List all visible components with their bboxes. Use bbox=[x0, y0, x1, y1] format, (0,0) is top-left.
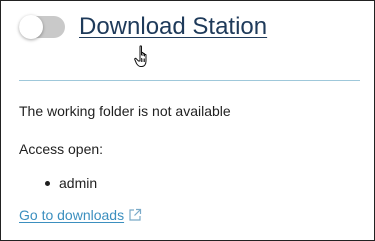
header-divider bbox=[19, 80, 360, 81]
hand-pointer-cursor-icon bbox=[134, 45, 147, 67]
access-user-list: admin bbox=[45, 175, 97, 191]
toggle-knob bbox=[19, 15, 43, 39]
go-to-downloads-label: Go to downloads bbox=[19, 207, 125, 223]
enable-toggle[interactable] bbox=[19, 15, 65, 39]
access-label: Access open: bbox=[19, 141, 104, 157]
external-link-icon bbox=[129, 208, 142, 221]
list-item: admin bbox=[45, 175, 97, 191]
go-to-downloads-link[interactable]: Go to downloads bbox=[19, 207, 142, 223]
status-message: The working folder is not available bbox=[19, 103, 231, 119]
bullet-icon bbox=[45, 181, 50, 186]
user-name: admin bbox=[59, 175, 98, 191]
app-title-link[interactable]: Download Station bbox=[79, 15, 267, 39]
download-station-card: Download Station The working folder is n… bbox=[0, 0, 375, 241]
card-header: Download Station bbox=[19, 15, 267, 39]
